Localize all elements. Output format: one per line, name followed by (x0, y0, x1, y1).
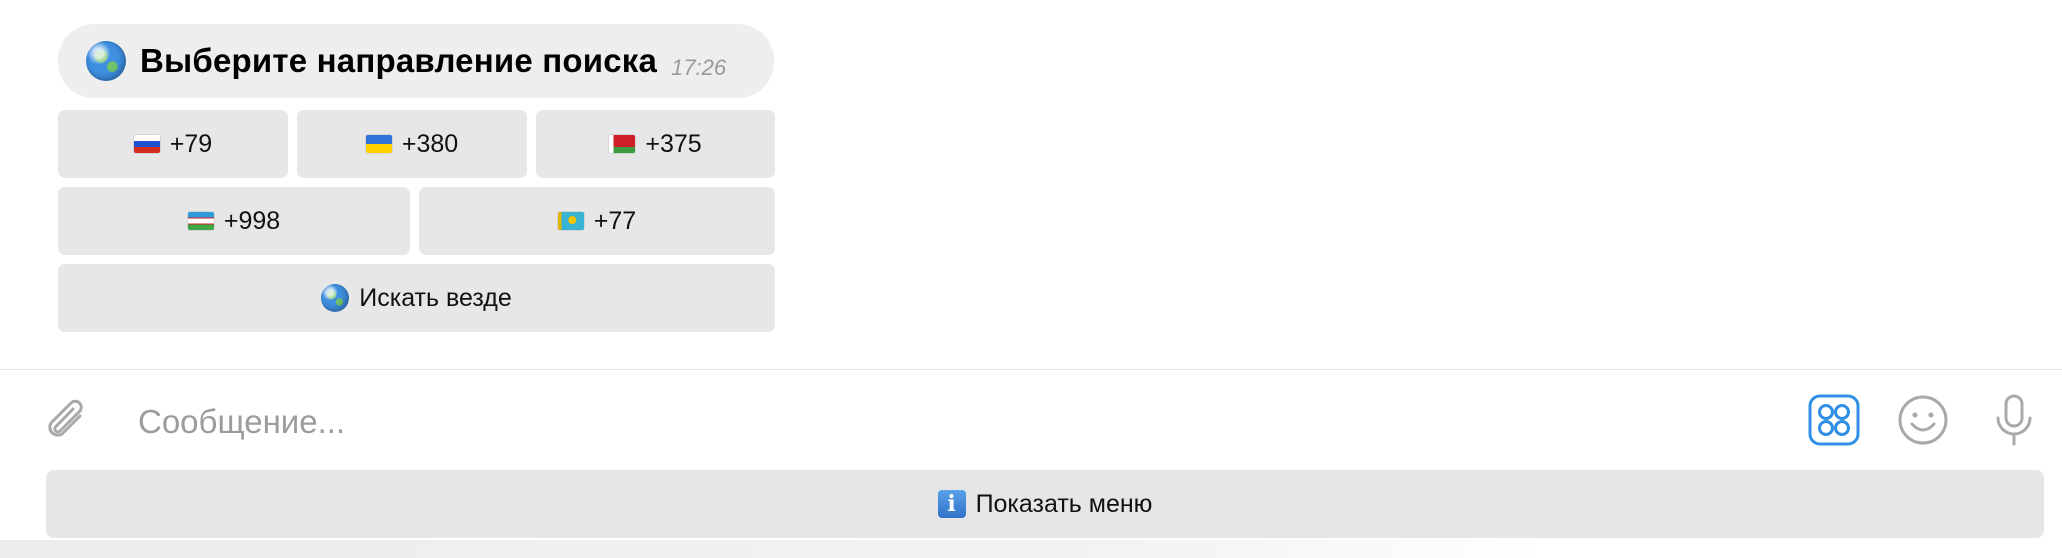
russia-flag-icon (133, 135, 160, 153)
keyboard-button-label: +79 (169, 129, 213, 158)
keyboard-button-label: +375 (645, 129, 702, 158)
keyboard-button-label: Искать везде (359, 283, 512, 312)
keyboard-button-label: +77 (593, 206, 637, 235)
keyboard-button-search-everywhere[interactable]: Искать везде (58, 264, 775, 332)
bottom-shadow (0, 540, 2062, 558)
uzbekistan-flag-icon (187, 212, 214, 230)
belarus-flag-icon (609, 135, 636, 153)
keyboard-button-380[interactable]: +380 (297, 110, 527, 178)
ukraine-flag-icon (365, 135, 392, 153)
composer-divider (0, 369, 2062, 370)
paperclip-icon[interactable] (42, 396, 94, 448)
info-icon: i (937, 490, 966, 518)
commands-grid-icon[interactable] (1806, 392, 1862, 448)
message-time: 17:26 (671, 55, 727, 80)
keyboard-button-label: +998 (223, 206, 281, 235)
keyboard-button-375[interactable]: +375 (536, 110, 775, 178)
show-menu-label: Показать меню (975, 489, 1153, 518)
keyboard-button-998[interactable]: +998 (58, 187, 410, 255)
show-menu-button[interactable]: i Показать меню (46, 470, 2044, 538)
chat-window: Выберите направление поиска 17:26 +79 +3… (0, 0, 2062, 558)
message-title: Выберите направление поиска (140, 42, 658, 79)
message-input[interactable] (138, 392, 1738, 452)
keyboard-button-label: +380 (401, 129, 459, 158)
globe-icon (86, 41, 126, 81)
keyboard-button-77[interactable]: +77 (419, 187, 775, 255)
keyboard-button-79[interactable]: +79 (58, 110, 288, 178)
smiley-icon[interactable] (1895, 392, 1951, 448)
kazakhstan-flag-icon (557, 212, 584, 230)
globe-icon (321, 284, 350, 312)
microphone-icon[interactable] (1986, 392, 2042, 448)
bot-message-bubble: Выберите направление поиска 17:26 (58, 24, 774, 98)
